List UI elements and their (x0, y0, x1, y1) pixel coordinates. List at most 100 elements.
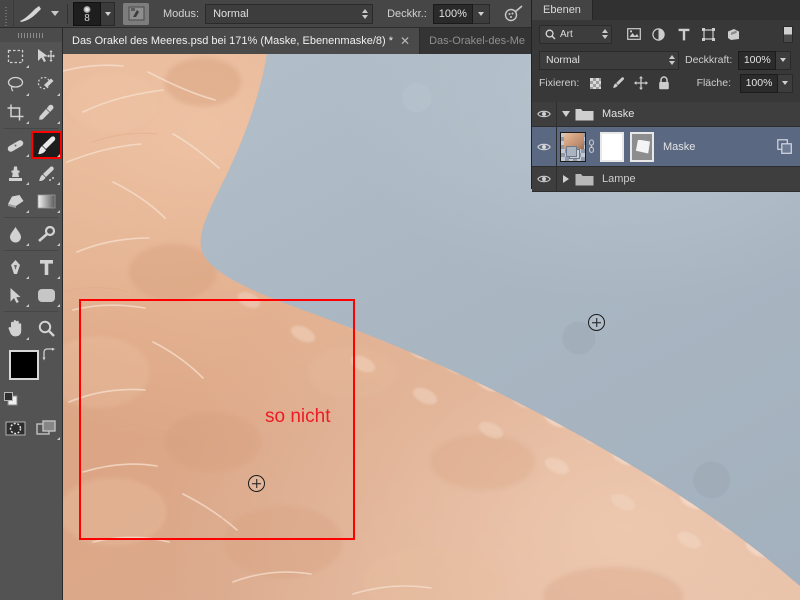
pen-tool[interactable] (0, 253, 31, 281)
opacity-dropdown[interactable] (472, 3, 490, 24)
flyout-indicator-icon (57, 93, 60, 96)
stepper-up-down-icon (669, 55, 675, 65)
type-layer-filter-icon[interactable] (676, 27, 691, 42)
drag-grip-icon (18, 32, 44, 38)
shape-layer-filter-icon[interactable] (701, 27, 716, 42)
mode-label: Modus: (163, 7, 200, 20)
flyout-indicator-icon (57, 437, 60, 440)
layer-row-maske[interactable]: Maske (532, 127, 800, 167)
brush-crosshair-cursor (248, 475, 265, 492)
layer-fill-input[interactable]: 100% (740, 73, 778, 93)
lasso-icon (7, 76, 24, 92)
layer-visibility-toggle[interactable] (532, 127, 557, 166)
quick-mask-button[interactable] (0, 414, 31, 442)
default-colors-button[interactable] (4, 392, 18, 406)
screen-mode-button[interactable] (31, 414, 62, 442)
blend-mode-select[interactable]: Normal (205, 3, 374, 24)
swap-colors-button[interactable] (42, 347, 56, 362)
pixel-layer-filter-icon[interactable] (626, 27, 641, 42)
move-tool[interactable] (31, 42, 62, 70)
layer-opacity-dropdown[interactable] (776, 50, 792, 70)
eraser-tool[interactable] (0, 187, 31, 215)
brush-preset-dropdown[interactable] (48, 0, 62, 28)
paintbrush-icon (38, 135, 56, 154)
layer-row-group-maske[interactable]: Maske (532, 102, 800, 127)
link-icon[interactable] (586, 139, 597, 154)
filter-kind-select[interactable]: Art (539, 24, 612, 44)
close-icon[interactable]: ✕ (400, 35, 410, 47)
layer-row-group-lampe[interactable]: Lampe (532, 167, 800, 192)
rectangular-marquee-tool[interactable] (0, 42, 31, 70)
lock-all-icon[interactable] (657, 76, 671, 90)
stamp-icon (9, 166, 22, 181)
layer-name: Lampe (602, 173, 636, 185)
airbrush-button[interactable] (502, 3, 526, 25)
layer-name: Maske (663, 140, 696, 153)
opacity-input[interactable]: 100% (432, 3, 473, 24)
document-tab-inactive[interactable]: Das-Orakel-des-Me (420, 28, 536, 54)
toolbar-grip[interactable] (0, 28, 62, 42)
layer-thumbnail[interactable] (560, 131, 586, 162)
lock-position-icon[interactable] (634, 76, 649, 90)
flyout-indicator-icon (57, 243, 60, 246)
hand-tool[interactable] (0, 314, 31, 342)
gradient-tool[interactable] (31, 187, 62, 215)
layer-fill-dropdown[interactable] (778, 73, 793, 93)
filter-toggle-icon[interactable] (783, 25, 793, 43)
tablet-pressure-icon[interactable] (123, 2, 149, 25)
document-tab-active[interactable]: Das Orakel des Meeres.psd bei 171% (Mask… (63, 28, 421, 54)
triangle-right-icon (563, 175, 569, 183)
chevron-down-icon (104, 11, 111, 16)
lasso-tool[interactable] (0, 70, 31, 98)
default-colors-icon (4, 392, 18, 406)
layer-mask-thumbnail[interactable] (600, 131, 624, 162)
swap-arrows-icon (42, 347, 55, 361)
history-brush-tool[interactable] (31, 159, 62, 187)
quick-selection-tool[interactable] (31, 70, 62, 98)
smart-object-filter-icon[interactable] (726, 27, 741, 42)
group-disclosure-toggle[interactable] (557, 111, 575, 117)
brush-preset-preview[interactable] (14, 0, 48, 28)
layer-visibility-toggle[interactable] (532, 167, 557, 191)
tab-ebenen[interactable]: Ebenen (532, 0, 593, 20)
foreground-color-swatch[interactable] (9, 350, 39, 380)
chevron-down-icon (780, 58, 787, 62)
magnifier-icon (38, 320, 55, 337)
lock-image-pixels-icon[interactable] (611, 76, 625, 90)
layer-opacity-input[interactable]: 100% (738, 50, 777, 70)
waterdrop-icon (10, 226, 21, 242)
brush-size-field[interactable]: 8 (73, 1, 101, 26)
dodge-tool[interactable] (31, 220, 62, 248)
flyout-indicator-icon (26, 65, 29, 68)
type-tool[interactable] (31, 253, 62, 281)
color-swatches (0, 346, 62, 408)
blend-mode-value: Normal (213, 7, 249, 20)
clone-stamp-tool[interactable] (0, 159, 31, 187)
blur-tool[interactable] (0, 220, 31, 248)
brush-size-dropdown[interactable] (101, 1, 115, 26)
options-bar-grip[interactable] (0, 0, 14, 28)
vector-mask-thumbnail[interactable] (630, 131, 654, 162)
adjustment-layer-filter-icon[interactable] (651, 27, 666, 42)
flyout-indicator-icon (26, 304, 29, 307)
rounded-rectangle-tool[interactable] (31, 281, 62, 309)
eyedropper-tool[interactable] (31, 98, 62, 126)
layer-blend-mode-select[interactable]: Normal (539, 50, 679, 70)
photoshop-window: 8 Modus: Normal Deckkr.: 100% Das Orakel… (0, 0, 800, 600)
quick-select-icon (37, 76, 54, 89)
group-disclosure-toggle[interactable] (557, 175, 575, 183)
zoom-tool[interactable] (31, 314, 62, 342)
healing-brush-tool[interactable] (0, 131, 31, 159)
screen-mode-icon (36, 419, 56, 435)
eye-icon (537, 175, 551, 183)
annotation-rectangle: so nicht (79, 299, 355, 540)
lock-transparency-icon[interactable] (588, 76, 602, 90)
brush-crosshair-cursor (588, 314, 605, 331)
history-brush-icon (39, 165, 54, 181)
layer-visibility-toggle[interactable] (532, 102, 557, 126)
brush-tool[interactable] (31, 131, 62, 159)
flyout-indicator-icon (26, 276, 29, 279)
document-tab-title: Das Orakel des Meeres.psd bei 171% (Mask… (72, 35, 393, 47)
crop-tool[interactable] (0, 98, 31, 126)
path-selection-tool[interactable] (0, 281, 31, 309)
